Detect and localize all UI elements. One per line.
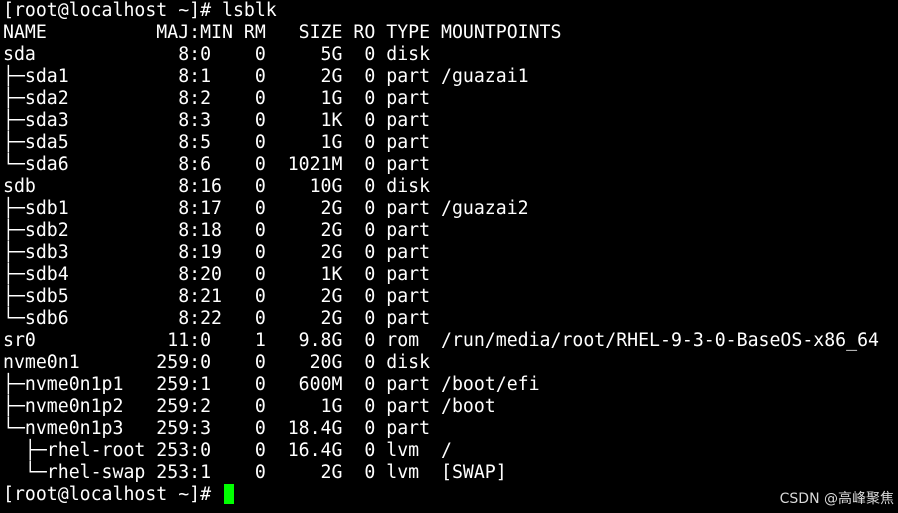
lsblk-row: ├─sdb1 8:17 0 2G 0 part /guazai2 [3,198,529,219]
lsblk-row: sdb 8:16 0 10G 0 disk [3,176,431,197]
lsblk-row: ├─sda3 8:3 0 1K 0 part [3,110,431,131]
lsblk-row: └─nvme0n1p3 259:3 0 18.4G 0 part [3,418,431,439]
lsblk-row: ├─nvme0n1p1 259:1 0 600M 0 part /boot/ef… [3,374,540,395]
lsblk-row: └─sdb6 8:22 0 2G 0 part [3,308,431,329]
lsblk-row: └─sda6 8:6 0 1021M 0 part [3,154,431,175]
lsblk-row: ├─sdb3 8:19 0 2G 0 part [3,242,431,263]
lsblk-row: ├─sdb2 8:18 0 2G 0 part [3,220,431,241]
lsblk-row: └─rhel-swap 253:1 0 2G 0 lvm [SWAP] [3,462,507,483]
lsblk-row: ├─sdb5 8:21 0 2G 0 part [3,286,431,307]
lsblk-row: ├─sdb4 8:20 0 1K 0 part [3,264,431,285]
lsblk-row: ├─sda1 8:1 0 2G 0 part /guazai1 [3,66,529,87]
lsblk-row: ├─sda5 8:5 0 1G 0 part [3,132,431,153]
shell-prompt: [root@localhost ~]# [3,484,222,505]
watermark-text: CSDN @高峰聚焦 [779,491,894,507]
lsblk-row: nvme0n1 259:0 0 20G 0 disk [3,352,431,373]
lsblk-row: ├─sda2 8:2 0 1G 0 part [3,88,431,109]
lsblk-row: sda 8:0 0 5G 0 disk [3,44,431,65]
lsblk-row: ├─rhel-root 253:0 0 16.4G 0 lvm / [3,440,452,461]
lsblk-row: sr0 11:0 1 9.8G 0 rom /run/media/root/RH… [3,330,879,351]
lsblk-header-row: NAME MAJ:MIN RM SIZE RO TYPE MOUNTPOINTS [3,22,562,43]
terminal-window[interactable]: [root@localhost ~]# lsblk NAME MAJ:MIN R… [3,0,895,513]
terminal-cursor [224,484,234,504]
command-prompt-line: [root@localhost ~]# lsblk [3,0,277,21]
lsblk-row: ├─nvme0n1p2 259:2 0 1G 0 part /boot [3,396,496,417]
shell-input-line[interactable]: [root@localhost ~]# [3,484,895,506]
